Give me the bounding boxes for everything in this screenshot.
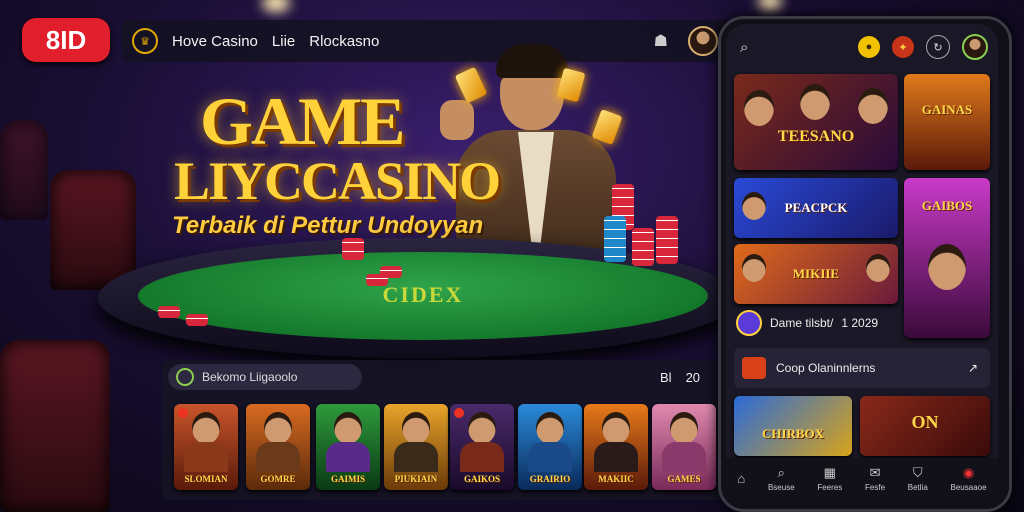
nav-search[interactable]: ⌕ Bseuse: [768, 465, 795, 492]
chip-stack: [656, 216, 678, 264]
game-tile-caption: GAMES: [667, 474, 701, 484]
crown-icon[interactable]: ♛: [132, 28, 158, 54]
search-icon: ⌕: [777, 464, 785, 480]
game-tile[interactable]: SLOMIAN: [174, 404, 238, 490]
game-card-title: CHIRBOX: [761, 426, 825, 441]
casino-chair: [0, 120, 48, 220]
user-avatar[interactable]: [688, 26, 718, 56]
game-card[interactable]: CHIRBOX: [734, 396, 852, 456]
game-tile[interactable]: PIUKIAIN: [384, 404, 448, 490]
game-card-title: GAINAS: [921, 102, 973, 117]
game-tile-caption: GAIKOS: [463, 474, 500, 484]
expand-icon[interactable]: ↗: [968, 361, 978, 375]
game-card[interactable]: GAINAS: [904, 74, 990, 170]
mail-icon: ✉: [869, 464, 881, 480]
game-tile[interactable]: GRAIRIO: [518, 404, 582, 490]
bottom-navigation: ⌂ ⌕ Bseuse ▦ Feeres ✉ Fesfe ⛉ Betlia ◉ Beusaa…: [726, 458, 998, 498]
promo-card[interactable]: PEACPCK: [734, 178, 898, 238]
top-navigation-bar: ♛ Ноve Casino Liie Rlockasno ☗: [122, 20, 732, 62]
chip-stack: [380, 266, 402, 278]
list-row[interactable]: Coop Olaninnlerns ↗: [734, 348, 990, 388]
shield-icon: ⛉: [912, 464, 923, 480]
game-card[interactable]: MIKIIE: [734, 244, 898, 304]
nav-item-blackjack[interactable]: Rlockasno: [309, 33, 379, 50]
stage-light: [262, 0, 290, 12]
table-logo: CIDEX: [382, 282, 464, 307]
game-tile[interactable]: GOMRE: [246, 404, 310, 490]
game-card[interactable]: GAIBOS: [904, 178, 990, 338]
coin-icon[interactable]: ●: [858, 36, 880, 58]
nav-bets[interactable]: ⛉ Betlia: [908, 465, 928, 492]
nav-features[interactable]: ▦ Feeres: [817, 465, 842, 492]
chip-stack: [632, 228, 654, 266]
refresh-icon[interactable]: ↻: [926, 35, 950, 59]
hero-tagline: Terbaik di Pettur Undoyyan: [172, 212, 484, 239]
chip-stack: [186, 314, 208, 326]
home-icon: ⌂: [737, 470, 746, 486]
table-felt: CIDEX: [138, 252, 708, 340]
game-tile-caption: SLOMIAN: [184, 474, 228, 484]
search-icon: [176, 368, 194, 386]
phone-screen: ⌕ ● ✦ ↻ TEESANO GAINAS PEACPCK GAIBOS MI…: [726, 24, 998, 498]
chip-stack: [158, 306, 180, 318]
nav-home[interactable]: ⌂: [737, 471, 745, 486]
nav-messages[interactable]: ✉ Fesfe: [865, 465, 885, 492]
game-tile[interactable]: GAIKOS: [450, 404, 514, 490]
featured-game-card[interactable]: TEESANO: [734, 74, 898, 170]
nav-item-home-casino[interactable]: Ноve Casino: [172, 33, 258, 50]
game-tile-caption: GAIMIS: [330, 474, 365, 484]
info-row[interactable]: Dame tilsbt/ 1 2029: [734, 308, 898, 338]
game-tile[interactable]: MAKIIC: [584, 404, 648, 490]
panel-count: Bl 20: [660, 370, 700, 385]
panel-count-a: Bl: [660, 370, 672, 385]
game-card-title: GAIBOS: [921, 198, 973, 213]
info-row-label: Dame tilsbt/: [770, 316, 834, 330]
game-card-title: MIKIIE: [792, 266, 840, 281]
hero-subtitle: LIYCCASINO: [174, 151, 501, 211]
game-tile-caption: GRAIRIO: [529, 474, 571, 484]
chip-stack: [342, 238, 364, 260]
game-tile-caption: MAKIIC: [598, 474, 634, 484]
game-tile-caption: PIUKIAIN: [394, 474, 438, 484]
brand-logo[interactable]: 8ID: [22, 18, 110, 62]
casino-chair: [50, 170, 136, 290]
game-card[interactable]: ON: [860, 396, 990, 456]
hot-badge: [454, 408, 464, 418]
stage-light: [758, 0, 782, 10]
game-search-label: Bekomo Liigaoolo: [202, 370, 298, 384]
nav-item-live[interactable]: Liie: [272, 33, 295, 50]
panel-count-b: 20: [685, 370, 701, 385]
nav-live[interactable]: ◉ Beusaaoe: [951, 465, 987, 492]
hot-badge: [178, 408, 188, 418]
list-row-label: Coop Olaninnlerns: [776, 361, 876, 375]
casino-chair: [0, 340, 110, 512]
live-icon: ◉: [962, 464, 975, 480]
clock-icon: [736, 310, 762, 336]
featured-game-title: TEESANO: [777, 128, 855, 145]
game-tile[interactable]: GAIMIS: [316, 404, 380, 490]
phone-header: ⌕ ● ✦ ↻: [726, 24, 998, 70]
game-card-title: ON: [911, 412, 939, 432]
game-tile-caption: GOMRE: [260, 474, 296, 484]
search-icon[interactable]: ⌕: [740, 39, 748, 56]
profile-icon[interactable]: [962, 34, 988, 60]
info-row-value: 1 2029: [841, 316, 879, 330]
game-search-bar[interactable]: Bekomo Liigaoolo: [168, 364, 362, 390]
fire-icon[interactable]: ✦: [892, 36, 914, 58]
grid-icon: ▦: [823, 464, 836, 480]
promo-card-title: PEACPCK: [784, 200, 848, 215]
notification-icon[interactable]: ☗: [654, 31, 668, 51]
chip-stack: [604, 216, 626, 262]
game-tile[interactable]: GAMES: [652, 404, 716, 490]
gift-icon: [742, 357, 766, 379]
